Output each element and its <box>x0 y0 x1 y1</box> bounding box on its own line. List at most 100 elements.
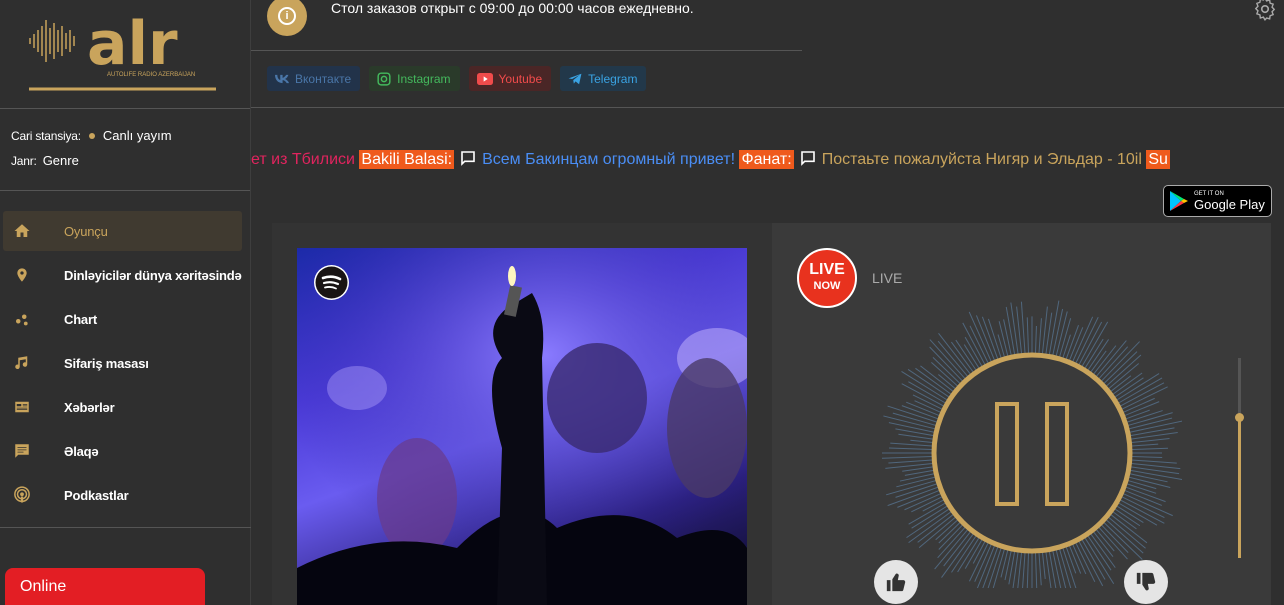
google-play-icon <box>1170 191 1188 211</box>
visualizer-bar <box>1108 363 1140 390</box>
visualizer-bar <box>1131 455 1163 459</box>
visualizer-bar <box>1072 316 1094 362</box>
dislike-button[interactable] <box>1124 560 1168 604</box>
visualizer-bar <box>890 442 933 447</box>
visualizer-bar <box>888 459 933 464</box>
youtube-link[interactable]: Youtube <box>468 66 552 91</box>
visualizer-bar <box>1116 505 1144 524</box>
visualizer-bar <box>1130 432 1178 440</box>
visualizer-bar <box>992 548 1005 588</box>
visualizer-bar <box>1034 325 1037 354</box>
youtube-label: Youtube <box>498 71 543 86</box>
sidebar-item-sifaris[interactable]: Sifariş masası <box>3 343 242 383</box>
visualizer-bar <box>1131 459 1177 464</box>
visualizer-bar <box>1034 552 1038 588</box>
online-button[interactable]: Online <box>5 568 205 605</box>
sidebar-item-oyuncu[interactable]: Oyunçu <box>3 211 242 251</box>
sidebar-item-label: Əlaqə <box>64 443 99 459</box>
visualizer-bar <box>908 381 946 404</box>
genre-label: Janr: <box>11 153 37 168</box>
instagram-link[interactable]: Instagram <box>369 66 460 91</box>
sidebar-item-map[interactable]: Dinləyicilər dünya xəritəsində <box>3 255 242 295</box>
visualizer-bar <box>1038 552 1042 586</box>
visualizer-bar <box>1127 480 1157 490</box>
volume-slider[interactable] <box>1235 358 1244 558</box>
visualizer-bar <box>1045 551 1052 588</box>
sidebar-item-xeberler[interactable]: Xəbərlər <box>3 387 242 427</box>
visualizer-bar <box>938 522 961 544</box>
sidebar-item-chart[interactable]: Chart <box>3 299 242 339</box>
google-play-big: Google Play <box>1194 197 1265 212</box>
visualizer-bar <box>889 447 933 451</box>
visualizer-bar <box>1041 552 1046 579</box>
visualizer-bar <box>1114 508 1141 527</box>
visualizer-bar <box>897 489 940 508</box>
live-badge-line2: NOW <box>813 280 841 292</box>
sidebar-item-podkastlar[interactable]: Podkastlar <box>3 475 242 515</box>
visualizer-bar <box>1130 469 1182 480</box>
visualizer-bar <box>1075 316 1099 364</box>
visualizer-bar <box>1026 317 1030 354</box>
visualizer-bar <box>1048 300 1060 355</box>
visualizer-bars <box>882 300 1182 588</box>
telegram-link[interactable]: Telegram <box>560 66 647 91</box>
visualizer-bar <box>1062 334 1071 359</box>
ticker-text: ет из Тбилиси <box>251 151 355 168</box>
vk-label: Вконтакте <box>295 71 352 86</box>
message-icon <box>11 440 33 462</box>
logo[interactable]: alr AUTOLIFE RADIO AZERBAIJAN <box>25 8 220 94</box>
social-links: Вконтакте Instagram Youtube Telegram <box>267 66 647 91</box>
instagram-icon <box>377 71 391 86</box>
telegram-icon <box>568 73 582 84</box>
topbar: i Стол заказов открыт с 09:00 до 00:00 ч… <box>251 0 1284 108</box>
station-info: Cari stansiya: Canlı yayım Janr: Genre <box>0 109 250 191</box>
pause-button[interactable] <box>995 402 1069 506</box>
station-label: Cari stansiya: <box>11 128 81 143</box>
audio-visualizer <box>882 300 1182 588</box>
ticker-tag: Фанат: <box>739 150 794 169</box>
sidebar-item-label: Xəbərlər <box>64 399 115 415</box>
visualizer-bar <box>908 502 946 525</box>
visualizer-bar <box>1005 306 1016 355</box>
ticker-tag: Bakili Balasi: <box>359 150 455 169</box>
instagram-label: Instagram <box>397 71 451 86</box>
visualizer-bar <box>1038 318 1042 354</box>
visualizer-bar <box>1003 319 1012 356</box>
volume-fill <box>1238 418 1241 558</box>
chat-icon <box>461 151 475 167</box>
visualizer-bar <box>932 356 961 384</box>
visualizer-bar <box>964 539 983 569</box>
vk-icon <box>275 74 289 83</box>
visualizer-bar <box>904 493 941 511</box>
notice-text: Стол заказов открыт с 09:00 до 00:00 час… <box>331 0 694 16</box>
spotify-icon[interactable] <box>314 265 349 300</box>
logo-tagline: AUTOLIFE RADIO AZERBAIJAN <box>107 72 195 78</box>
album-area <box>272 223 772 605</box>
sidebar-item-elaqe[interactable]: Əlaqə <box>3 431 242 471</box>
gear-icon[interactable] <box>1252 0 1278 22</box>
visualizer-bar <box>1121 386 1168 410</box>
google-play-badge[interactable]: GET IT ON Google Play <box>1163 185 1272 217</box>
live-now-badge: LIVE NOW <box>797 248 857 308</box>
sidebar-item-label: Oyunçu <box>64 223 108 239</box>
visualizer-bar <box>957 537 980 573</box>
map-pin-icon <box>11 264 33 286</box>
logo-area: alr AUTOLIFE RADIO AZERBAIJAN <box>0 0 250 109</box>
ticker-text: Постаьте пожалуйста Нигяр и Эльдар - 10i… <box>821 151 1142 168</box>
visualizer-bar <box>882 455 933 459</box>
visualizer-bar <box>1084 338 1104 369</box>
visualizer-bar <box>910 439 933 444</box>
volume-knob[interactable] <box>1235 413 1244 422</box>
youtube-icon <box>476 72 493 85</box>
visualizer-bar <box>1125 409 1150 420</box>
vk-link[interactable]: Вконтакте <box>267 66 361 91</box>
like-button[interactable] <box>874 560 918 604</box>
visualizer-bar <box>1130 427 1175 437</box>
visualizer-bar <box>1059 548 1072 588</box>
live-label: LIVE <box>872 270 903 286</box>
visualizer-bar <box>1055 549 1067 588</box>
app: alr AUTOLIFE RADIO AZERBAIJAN Cari stans… <box>0 0 1284 605</box>
visualizer-bar <box>1093 531 1114 557</box>
sidebar: alr AUTOLIFE RADIO AZERBAIJAN Cari stans… <box>0 0 251 605</box>
thumbs-down-icon <box>1136 572 1156 591</box>
